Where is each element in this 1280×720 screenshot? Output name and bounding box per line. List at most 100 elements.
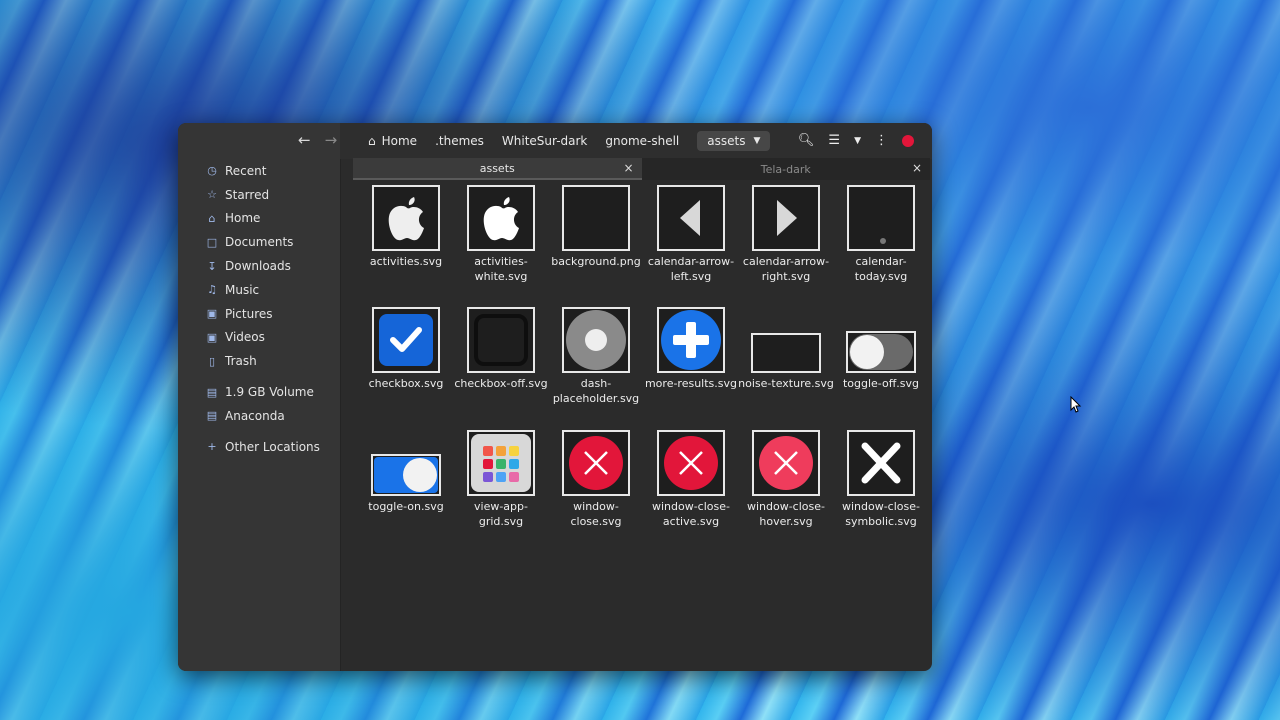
back-arrow-icon[interactable]: ← — [298, 131, 311, 149]
breadcrumb-whitesur-dark[interactable]: WhiteSur-dark — [502, 134, 587, 148]
sidebar-item-documents[interactable]: □ Documents — [206, 230, 320, 254]
video-icon: ▣ — [206, 330, 218, 344]
file-name-label: activities-white.svg — [474, 255, 528, 283]
tab-tela-dark[interactable]: Tela-dark × — [641, 158, 930, 180]
trash-icon: ▯ — [208, 354, 216, 368]
file-item-more-results[interactable]: more-results.svg — [643, 307, 739, 391]
breadcrumb-label: assets — [707, 134, 746, 148]
file-name-label: noise-texture.svg — [738, 377, 834, 390]
view-options-chevron-icon[interactable]: ▼ — [854, 136, 861, 146]
sidebar-item-trash[interactable]: ▯ Trash — [206, 349, 320, 373]
file-thumbnail-icon — [562, 307, 630, 373]
clock-icon: ◷ — [207, 164, 217, 178]
breadcrumb-assets[interactable]: assets ▼ — [697, 131, 771, 151]
music-icon: ♫ — [207, 283, 217, 297]
tab-label: Tela-dark — [760, 162, 811, 176]
sidebar-item-label: Videos — [225, 330, 265, 345]
nav-arrows: ← → — [298, 131, 337, 149]
file-item-window-close-hover[interactable]: window-close-hover.svg — [738, 430, 834, 529]
file-thumbnail-icon — [657, 185, 725, 251]
drive-icon: ▤ — [206, 385, 218, 399]
file-item-activities[interactable]: activities.svg — [358, 185, 454, 269]
sidebar-item-anaconda[interactable]: ▤ Anaconda — [206, 404, 320, 428]
file-thumbnail-icon — [372, 307, 440, 373]
tab-bar: assets × Tela-dark × — [353, 158, 930, 180]
sidebar-item-label: Music — [225, 282, 260, 297]
search-icon[interactable]: 🔍︎ — [798, 133, 815, 148]
file-thumbnail-icon — [467, 185, 535, 251]
breadcrumb-themes[interactable]: .themes — [435, 134, 484, 148]
plus-icon: + — [207, 440, 217, 454]
sidebar-item-other-locations[interactable]: + Other Locations — [206, 435, 320, 459]
file-thumbnail-icon — [847, 185, 915, 251]
sidebar-item-label: Documents — [225, 235, 294, 250]
header-bar: ⌂ Home .themes WhiteSur-dark gnome-shell… — [340, 123, 932, 159]
home-icon: ⌂ — [208, 211, 216, 225]
file-thumbnail-icon — [751, 333, 821, 373]
file-item-view-app-grid[interactable]: view-app-grid.svg — [453, 430, 549, 529]
file-item-window-close-symbolic[interactable]: window-close-symbolic.svg — [833, 430, 929, 529]
sidebar-item-label: Starred — [225, 187, 270, 202]
file-thumbnail-icon — [752, 430, 820, 496]
file-thumbnail-icon — [752, 185, 820, 251]
file-name-label: calendar-arrow-left.svg — [647, 255, 735, 283]
sidebar-item-1-9-gb-volume[interactable]: ▤ 1.9 GB Volume — [206, 380, 320, 404]
file-item-calendar-arrow-right[interactable]: calendar-arrow-right.svg — [738, 185, 834, 284]
sidebar-item-videos[interactable]: ▣ Videos — [206, 326, 320, 350]
file-name-label: more-results.svg — [644, 377, 738, 390]
sidebar-item-starred[interactable]: ☆ Starred — [206, 183, 320, 207]
file-item-toggle-off[interactable]: toggle-off.svg — [833, 307, 929, 391]
sidebar-item-label: Home — [225, 211, 261, 226]
file-thumbnail-icon — [371, 454, 441, 496]
file-item-checkbox-off[interactable]: checkbox-off.svg — [453, 307, 549, 391]
tab-close-icon[interactable]: × — [623, 161, 633, 175]
file-thumbnail-icon — [657, 430, 725, 496]
file-name-label: calendar-today.svg — [854, 255, 908, 283]
sidebar-item-pictures[interactable]: ▣ Pictures — [206, 302, 320, 326]
file-name-label: background.png — [551, 255, 641, 268]
sidebar-item-label: Trash — [225, 354, 257, 369]
tab-assets[interactable]: assets × — [353, 158, 642, 180]
file-item-window-close-active[interactable]: window-close-active.svg — [643, 430, 739, 529]
sidebar-item-downloads[interactable]: ↧ Downloads — [206, 254, 320, 278]
forward-arrow-icon[interactable]: → — [325, 131, 338, 149]
file-item-dash-placeholder[interactable]: dash-placeholder.svg — [548, 307, 644, 406]
file-item-noise-texture[interactable]: noise-texture.svg — [738, 307, 834, 391]
places-list: ◷ Recent ☆ Starred ⌂ Home □ Documents ↧ Downloads… — [206, 159, 320, 459]
sidebar-item-home[interactable]: ⌂ Home — [206, 207, 320, 231]
sidebar-item-recent[interactable]: ◷ Recent — [206, 159, 320, 183]
breadcrumb-home[interactable]: ⌂ Home — [368, 134, 417, 148]
download-icon: ↧ — [207, 259, 217, 273]
mouse-cursor-icon — [1070, 396, 1082, 413]
file-thumbnail-icon — [657, 307, 725, 373]
file-item-background[interactable]: background.png — [548, 185, 644, 269]
document-icon: □ — [206, 235, 218, 249]
chevron-down-icon: ▼ — [753, 136, 761, 146]
file-item-calendar-arrow-left[interactable]: calendar-arrow-left.svg — [643, 185, 739, 284]
window-close-button[interactable] — [902, 134, 914, 147]
file-name-label: calendar-arrow-right.svg — [742, 255, 830, 283]
file-name-label: view-app-grid.svg — [474, 500, 528, 528]
sidebar-item-music[interactable]: ♫ Music — [206, 278, 320, 302]
file-thumbnail-icon — [847, 430, 915, 496]
sidebar-item-label: Downloads — [225, 259, 291, 274]
view-list-icon[interactable]: ☰ — [828, 133, 840, 148]
file-thumbnail-icon — [562, 185, 630, 251]
header-actions: 🔍︎ ☰ ▼ ⋮ — [798, 133, 914, 148]
file-item-toggle-on[interactable]: toggle-on.svg — [358, 430, 454, 514]
menu-kebab-icon[interactable]: ⋮ — [875, 133, 888, 148]
file-thumbnail-icon — [467, 430, 535, 496]
home-icon: ⌂ — [368, 134, 376, 148]
file-name-label: dash-placeholder.svg — [552, 377, 640, 405]
file-item-activities-white[interactable]: activities-white.svg — [453, 185, 549, 284]
file-thumbnail-icon — [372, 185, 440, 251]
picture-icon: ▣ — [206, 307, 218, 321]
tab-label: assets — [479, 161, 515, 175]
sidebar-item-label: Recent — [225, 163, 267, 178]
file-item-calendar-today[interactable]: calendar-today.svg — [833, 185, 929, 284]
breadcrumb-gnome-shell[interactable]: gnome-shell — [605, 134, 679, 148]
file-item-window-close[interactable]: window-close.svg — [548, 430, 644, 529]
tab-close-icon[interactable]: × — [912, 161, 922, 175]
file-name-label: checkbox-off.svg — [454, 377, 548, 390]
file-item-checkbox[interactable]: checkbox.svg — [358, 307, 454, 391]
